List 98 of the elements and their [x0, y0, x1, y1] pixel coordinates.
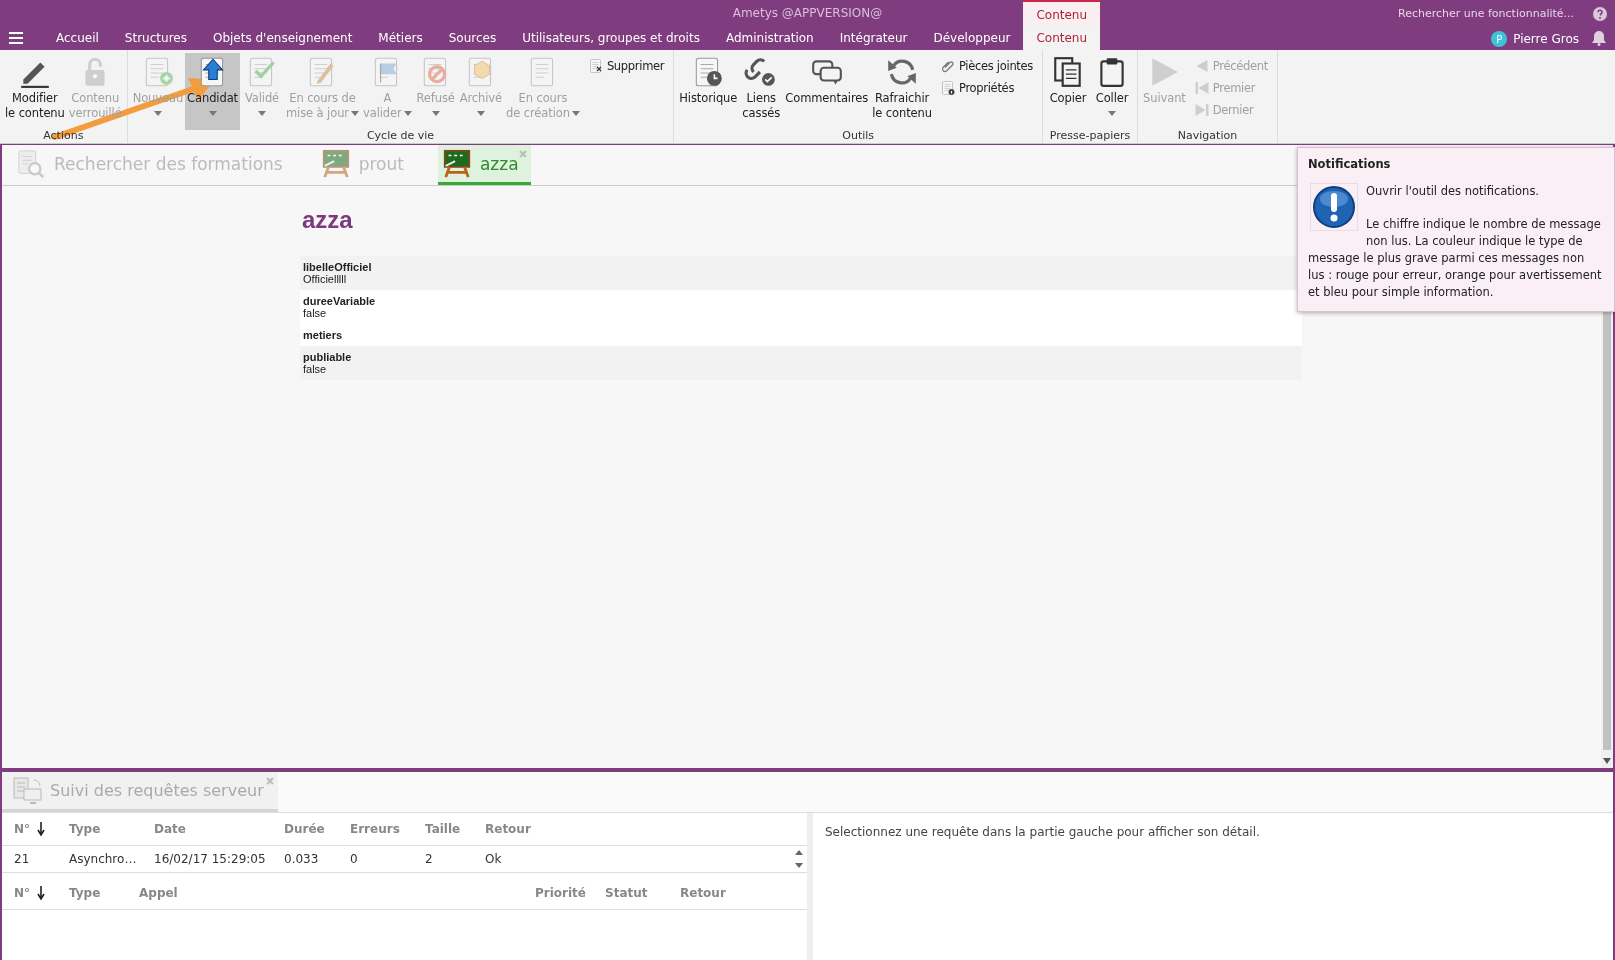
small-button[interactable]: Supprimer [584, 55, 668, 77]
field-label: dureeVariable [303, 295, 377, 307]
scroll-arrows-icon[interactable] [795, 848, 803, 870]
column-header[interactable]: Date [142, 822, 272, 836]
button-label: Suivant [1143, 91, 1186, 106]
ribbon-button[interactable]: Commentaires [783, 53, 871, 131]
menu-tab[interactable]: Administration [712, 26, 827, 50]
button-label: En cours de mise à jour [286, 91, 359, 121]
field-label: publiable [303, 351, 353, 363]
skip-last-icon [1193, 102, 1210, 118]
column-header[interactable]: Erreurs [338, 822, 413, 836]
bell-icon[interactable] [1591, 30, 1607, 46]
menu-icon[interactable] [9, 32, 23, 44]
sort-arrow-icon[interactable] [37, 886, 45, 900]
document-x-icon [587, 58, 604, 74]
column-header[interactable]: Type [57, 822, 142, 836]
button-label: En cours de création [506, 91, 580, 121]
table-cell-text: 0 [349, 852, 359, 866]
column-header[interactable]: Statut [593, 886, 668, 900]
document-search-icon [16, 148, 46, 179]
button-label: Candidat [187, 91, 238, 106]
group-title: Presse-papiers [1048, 130, 1132, 143]
table-cell-text: 0.033 [283, 852, 320, 866]
help-icon[interactable] [1593, 7, 1607, 21]
column-header[interactable]: Appel [127, 886, 523, 900]
menu-tab[interactable]: Structures [111, 26, 200, 50]
table-cell-text: 21 [13, 852, 31, 866]
menu-tab[interactable]: Intégrateur [826, 26, 921, 50]
button-label: A valider [363, 91, 412, 121]
button-label: Archivé [459, 91, 502, 106]
column-header[interactable]: Type [57, 886, 127, 900]
tooltip-title: Notifications [1308, 156, 1392, 173]
column-header[interactable]: Retour [668, 886, 807, 900]
user-name[interactable]: Pierre Gros [1513, 32, 1579, 46]
column-header[interactable]: Priorité [523, 886, 593, 900]
menu-tab[interactable]: Contenu [1023, 26, 1101, 50]
tooltip-text: Le chiffre indique le nombre de message non lus. La couleur indique le type de message le plus grave parmi ces messages non lus : rouge pour erreur, orange pour avertissement et bleu pour simple information. [1308, 216, 1603, 301]
menu-tab[interactable]: Sources [435, 26, 510, 50]
button-label: Contenu verrouillé [68, 91, 122, 121]
field-value: false [303, 363, 328, 375]
button-label: Coller [1095, 91, 1129, 106]
content-title: azza [302, 206, 354, 234]
column-header[interactable]: Durée [272, 822, 338, 836]
field-value: Officielllll [303, 273, 348, 285]
server-monitor-icon [12, 775, 44, 806]
menu-tab[interactable]: Développeur [920, 26, 1024, 50]
avatar: P [1491, 31, 1508, 47]
ribbon-button[interactable]: Modifier le contenu [3, 53, 67, 131]
field-label: libelleOfficiel [303, 261, 373, 273]
menu-tab[interactable]: Objets d'enseignement [199, 26, 366, 50]
ribbon-button[interactable]: Rafraichir le contenu [870, 53, 934, 131]
contextual-group-label: Contenu [1023, 0, 1101, 26]
group-title: Outils [841, 130, 876, 143]
ribbon-button[interactable]: Copier [1046, 53, 1091, 131]
button-label: Rafraichir le contenu [872, 91, 932, 121]
button-label: Validé [244, 91, 280, 106]
ribbon-button[interactable]: Liens cassés [739, 53, 784, 131]
tooltip-text: Ouvrir l'outil des notifications. [1365, 183, 1541, 200]
button-label: Commentaires [785, 91, 869, 106]
field-value: false [303, 307, 328, 319]
column-header[interactable]: Retour [473, 822, 533, 836]
button-label: Liens cassés [742, 91, 781, 121]
exclamation-icon [1310, 183, 1358, 231]
menu-tab[interactable]: Accueil [43, 26, 112, 50]
detail-text: Selectionnez une requête dans la partie gauche pour afficher son détail. [825, 825, 1261, 839]
ribbon-button[interactable]: Coller [1090, 53, 1135, 131]
table-row[interactable]: 21 Asynchro… 16/02/17 15:29:05 0.033 0 2 Ok [2, 846, 807, 873]
button-label: Historique [679, 91, 738, 106]
small-button[interactable]: Pièces jointes [936, 55, 1037, 77]
small-button[interactable]: Propriétés [936, 77, 1037, 99]
scroll-down-icon[interactable] [1603, 758, 1611, 764]
chalkboard-icon [320, 148, 351, 179]
skip-first-icon [1193, 80, 1210, 96]
app-title: Ametys @APPVERSION@ [732, 6, 883, 20]
paperclip-icon [939, 58, 956, 74]
properties-icon [939, 80, 956, 96]
ribbon-button[interactable]: Candidat [185, 53, 240, 131]
document-tab[interactable]: azza [437, 145, 531, 185]
button-label: Modifier le contenu [5, 91, 65, 121]
group-title: Navigation [1176, 130, 1239, 143]
ribbon-button[interactable]: Historique [677, 53, 740, 131]
button-label: Refusé [416, 91, 455, 106]
sort-arrow-icon[interactable] [37, 822, 45, 836]
column-header[interactable]: Taille [413, 822, 473, 836]
chalkboard-icon [441, 148, 472, 179]
panel-tab[interactable]: Suivi des requêtes serveur [2, 772, 278, 812]
column-header[interactable]: N° [14, 822, 31, 836]
field-label: metiers [303, 329, 344, 341]
table-cell-text: 2 [424, 852, 434, 866]
column-header[interactable]: N° [14, 886, 31, 900]
table-cell-text: 16/02/17 15:29:05 [153, 852, 267, 866]
search-field[interactable]: Rechercher une fonctionnalité... [1396, 5, 1575, 22]
table-cell-text: Asynchro… [68, 852, 138, 866]
group-title: Cycle de vie [365, 130, 436, 143]
button-label: Copier [1049, 91, 1087, 106]
menu-tab[interactable]: Métiers [365, 26, 436, 50]
table-cell-text: Ok [484, 852, 503, 866]
menu-tab[interactable]: Utilisateurs, groupes et droits [509, 26, 713, 50]
